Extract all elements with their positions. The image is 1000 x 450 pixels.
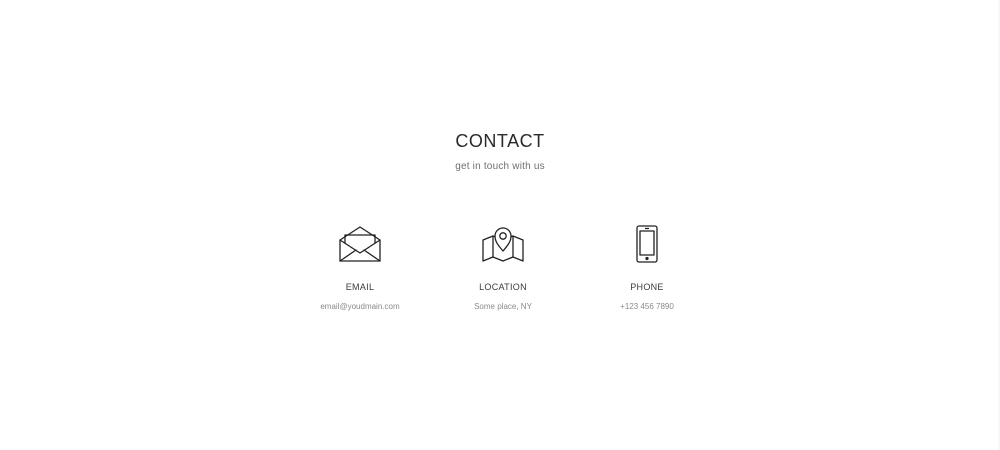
contact-value-location: Some place, NY [474,302,532,311]
contact-value-email[interactable]: email@youdmain.com [280,302,440,311]
contact-value-phone[interactable]: +123 456 7890 [567,302,727,311]
contact-card-email: EMAIL email@youdmain.com [280,224,440,311]
smartphone-icon [636,225,658,263]
section-title: CONTACT [455,131,545,151]
contact-label-location: LOCATION [479,282,527,292]
map-pin-icon [482,227,524,262]
section-subtitle: get in touch with us [455,161,545,172]
contact-card-location: LOCATION Some place, NY [423,224,583,311]
envelope-icon [339,226,381,262]
contact-label-email: EMAIL [345,282,375,292]
contact-page: CONTACT get in touch with us EMAIL email… [0,0,1000,450]
contact-label-phone: PHONE [630,282,664,292]
contact-card-phone: PHONE +123 456 7890 [567,224,727,311]
